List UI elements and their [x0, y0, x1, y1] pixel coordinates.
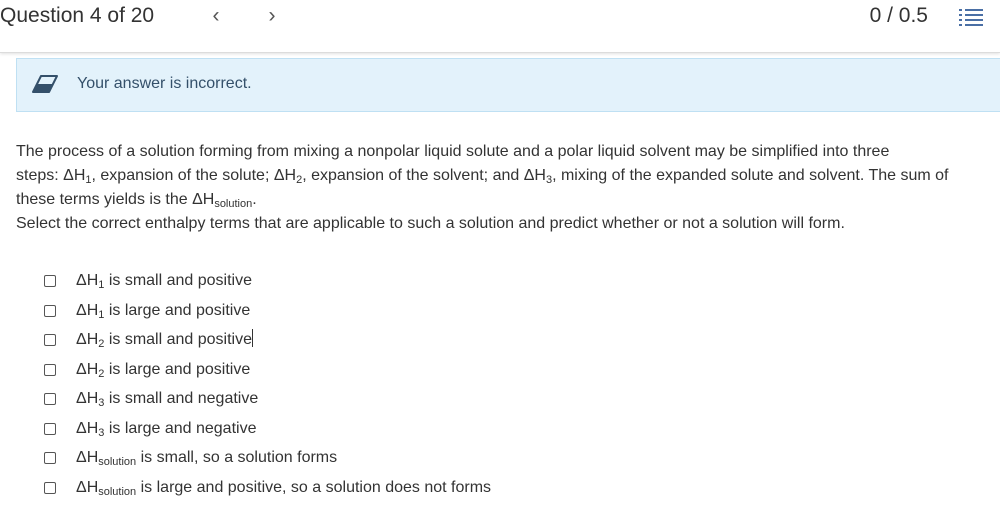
- incorrect-answer-banner: Your answer is incorrect.: [16, 58, 1000, 112]
- option-label: ΔHsolution is large and positive, so a s…: [76, 478, 492, 498]
- option-label: ΔH1 is large and positive: [76, 301, 251, 321]
- score-display: 0 / 0.5: [869, 4, 928, 27]
- previous-question-button[interactable]: ‹: [207, 4, 225, 28]
- question-counter: Question 4 of 20: [0, 4, 155, 27]
- eraser-icon: [32, 75, 58, 93]
- question-line-2: steps: ΔH1, expansion of the solute; ΔH2…: [16, 167, 949, 186]
- option-label: ΔH3 is large and negative: [76, 419, 257, 439]
- text-cursor: [252, 329, 253, 347]
- option-label: ΔH2 is large and positive: [76, 360, 251, 380]
- checkbox[interactable]: [44, 304, 56, 317]
- question-instruction: Select the correct enthalpy terms that a…: [16, 215, 845, 232]
- checkbox[interactable]: [44, 393, 56, 405]
- checkbox[interactable]: [44, 481, 56, 494]
- option-label: ΔH2 is small and positive: [76, 329, 253, 350]
- checkbox[interactable]: [44, 422, 56, 435]
- option-label: ΔHsolution is small, so a solution forms: [76, 449, 338, 468]
- checkbox[interactable]: [44, 363, 56, 376]
- question-text: The process of a solution forming from m…: [16, 140, 1000, 236]
- question-line-1: The process of a solution forming from m…: [16, 143, 890, 160]
- next-question-button[interactable]: ›: [263, 4, 281, 28]
- question-line-3: these terms yields is the ΔHsolution.: [16, 191, 257, 210]
- question-list-icon[interactable]: [958, 6, 984, 30]
- question-header: Question 4 of 20 ‹ › 0 / 0.5: [0, 0, 1000, 53]
- option-label: ΔH3 is small and negative: [76, 390, 259, 409]
- option-label: ΔH1 is small and positive: [76, 272, 252, 291]
- checkbox[interactable]: [44, 275, 56, 287]
- checkbox[interactable]: [44, 452, 56, 464]
- checkbox[interactable]: [44, 334, 56, 346]
- feedback-message: Your answer is incorrect.: [77, 75, 252, 92]
